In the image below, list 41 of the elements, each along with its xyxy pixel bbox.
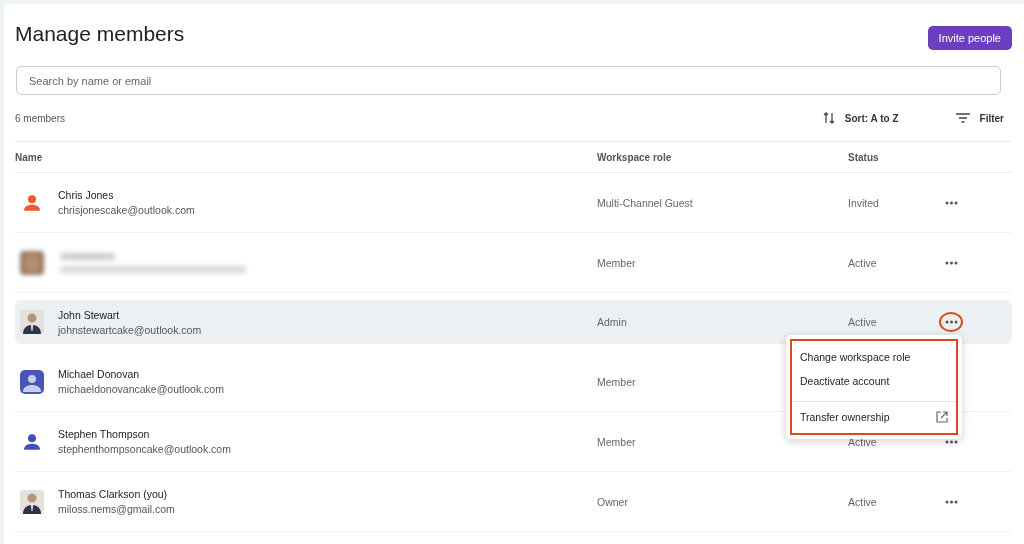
more-icon — [944, 320, 958, 324]
member-count: 6 members — [15, 112, 66, 124]
member-email: stephenthompsoncake@outlook.com — [58, 443, 231, 455]
sort-button[interactable]: Sort: A to Z — [822, 111, 899, 125]
status-cell: Active — [848, 495, 877, 508]
column-header: Workspace role — [597, 151, 673, 163]
column-header: Status — [848, 151, 880, 163]
member-name: Thomas Clarkson (you) — [58, 488, 169, 500]
filter-icon — [955, 113, 970, 123]
status-cell: Active — [848, 256, 877, 269]
member-row[interactable]: Thomas Clarkson (you) miloss.nems@gmail.com Owner Active — [15, 472, 1012, 532]
role-cell: Admin — [597, 316, 627, 328]
role-cell: Member — [597, 256, 636, 269]
status-cell: Invited — [848, 196, 879, 209]
member-name: Chris Jones — [58, 189, 115, 201]
member-row[interactable]: Member Active — [15, 233, 1012, 293]
member-email: chrisjonescake@outlook.com — [58, 204, 195, 216]
more-icon — [944, 499, 958, 504]
member-name: Stephen Thompson — [58, 428, 151, 440]
role-cell: Owner — [597, 495, 628, 508]
sort-icon — [822, 111, 835, 125]
member-name: Michael Donovan — [58, 368, 141, 380]
external-link-icon — [936, 411, 948, 423]
page-title: Manage members — [15, 22, 185, 46]
more-icon — [944, 260, 958, 265]
status-cell: Active — [848, 316, 877, 328]
member-name: John Stewart — [58, 308, 121, 321]
role-cell: Multi-Channel Guest — [597, 196, 693, 209]
more-icon — [944, 439, 958, 444]
filter-button[interactable]: Filter — [955, 112, 1004, 124]
more-icon — [944, 200, 958, 205]
column-header: Name — [15, 151, 44, 163]
member-email: johnstewartcake@outlook.com — [58, 323, 202, 336]
member-email: miloss.nems@gmail.com — [58, 503, 175, 515]
member-row[interactable]: Chris Jones chrisjonescake@outlook.com Multi-Channel Guest Invited — [15, 173, 1012, 233]
member-email: michaeldonovancake@outlook.com — [58, 383, 224, 395]
search-field[interactable]: Search by name or email — [16, 66, 1001, 95]
role-cell: Member — [597, 375, 636, 388]
more-button[interactable] — [939, 312, 963, 332]
menu-item[interactable]: Deactivate account — [792, 369, 956, 393]
invite-people-button[interactable]: Invite people — [927, 26, 1012, 50]
